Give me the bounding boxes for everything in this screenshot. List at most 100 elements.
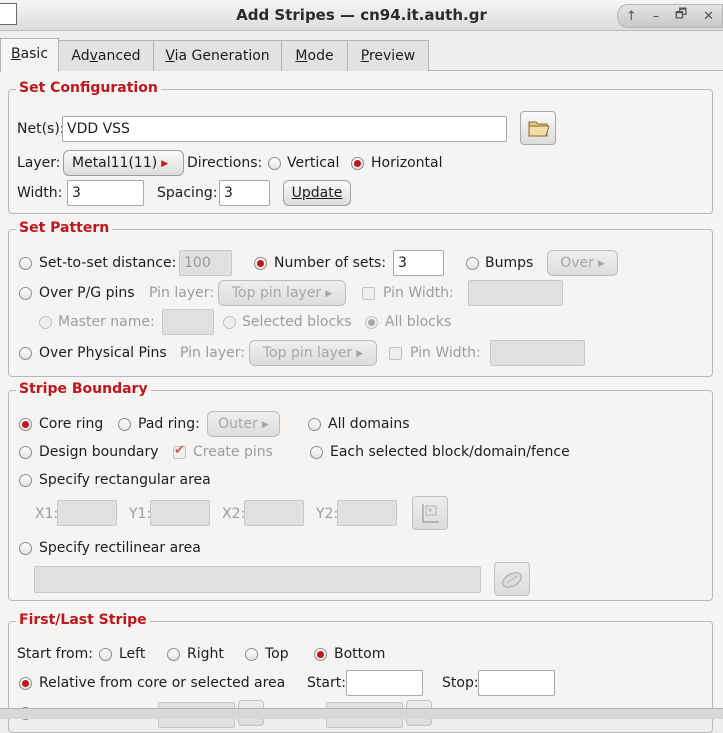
start-label: Start: [307,675,346,691]
over-physical-pins-label: Over Physical Pins [39,345,167,361]
over-label: Over [560,255,594,271]
horizontal-radio[interactable] [351,157,364,170]
top-pin-layer-label-2: Top pin layer [262,345,353,361]
start-top-label: Top [265,646,289,662]
nets-input[interactable]: VDD VSS [62,116,507,142]
tab-mode-label: ode [307,48,334,64]
y2-label: Y2: [316,506,339,522]
tab-via-generation-label: ia Generation [174,48,270,64]
rectilinear-area-input[interactable] [34,566,481,593]
specify-rectilinear-label: Specify rectilinear area [39,540,201,556]
over-pg-pins-label: Over P/G pins [39,285,135,301]
vertical-radio[interactable] [268,157,281,170]
design-boundary-radio[interactable] [19,446,32,459]
horizontal-scrollbar[interactable] [0,708,723,719]
menu-arrow-icon: ▶ [597,259,605,269]
title-bar[interactable]: Add Stripes — cn94.it.auth.gr ↑ – 🗗 ✕ [0,0,723,31]
tab-advanced-label-b: anced [97,48,141,64]
stop-input[interactable] [478,670,555,696]
browse-nets-button[interactable] [520,111,556,145]
all-blocks-radio[interactable] [365,316,378,329]
close-icon[interactable]: ✕ [703,9,714,24]
top-pin-layer-button-2[interactable]: Top pin layer ▶ [249,340,377,366]
selected-blocks-radio[interactable] [223,316,236,329]
start-top-radio[interactable] [245,648,258,661]
layer-label: Layer: [17,155,61,171]
tab-via-generation[interactable]: Via Generation [153,40,282,71]
bumps-label: Bumps [485,255,534,271]
x1-input[interactable] [57,500,117,526]
number-of-sets-radio[interactable] [254,257,267,270]
all-blocks-label: All blocks [385,314,452,330]
mouse-icon [502,572,522,588]
start-right-radio[interactable] [167,648,180,661]
all-domains-radio[interactable] [308,418,321,431]
each-selected-radio[interactable] [310,446,323,459]
start-right-label: Right [187,646,224,662]
menu-arrow-icon: ▶ [261,420,269,430]
pin-width-input[interactable] [468,280,563,306]
x2-input[interactable] [244,500,304,526]
maximize-icon[interactable]: 🗗 [675,5,687,27]
tab-basic[interactable]: Basic [0,38,59,72]
master-name-radio[interactable] [39,316,52,329]
over-physical-pins-radio[interactable] [19,347,32,360]
pin-width-checkbox-2[interactable] [389,347,402,360]
specify-rect-radio[interactable] [19,474,32,487]
pick-rectangle-button[interactable] [412,496,448,530]
top-pin-layer-label: Top pin layer [231,285,322,301]
stop-label: Stop: [442,675,479,691]
tab-mode-mnemonic: M [295,48,308,64]
layer-menu-button[interactable]: Metal11(11) ▶ [63,150,184,176]
start-bottom-radio[interactable] [314,648,327,661]
master-name-input[interactable] [162,309,214,335]
relative-label: Relative from core or selected area [39,675,286,691]
number-of-sets-label: Number of sets: [274,255,387,271]
update-button[interactable]: Update [283,180,351,206]
specify-rectilinear-radio[interactable] [19,542,32,555]
window-controls: ↑ – 🗗 ✕ [617,4,723,28]
pad-ring-radio[interactable] [118,418,131,431]
over-menu-button[interactable]: Over ▶ [547,250,618,276]
set-pattern-title: Set Pattern [16,220,113,236]
pin-width-label-2: Pin Width: [410,345,481,361]
number-of-sets-input[interactable]: 3 [393,250,444,276]
pad-ring-label: Pad ring: [138,416,200,432]
y2-input[interactable] [337,500,397,526]
minimize-icon[interactable]: – [653,9,660,24]
bumps-radio[interactable] [466,257,479,270]
width-input[interactable]: 3 [67,180,144,206]
set-to-set-radio[interactable] [19,257,32,270]
core-ring-radio[interactable] [19,418,32,431]
tab-preview[interactable]: Preview [347,40,429,71]
tab-mode[interactable]: Mode [281,40,348,71]
window-title: Add Stripes — cn94.it.auth.gr [236,6,487,24]
set-to-set-input[interactable]: 100 [179,250,232,276]
outer-menu-button[interactable]: Outer ▶ [207,411,280,437]
tab-advanced[interactable]: Advanced [58,40,154,71]
set-to-set-label: Set-to-set distance: [39,255,177,271]
width-label: Width: [17,185,63,201]
pin-width-checkbox[interactable] [362,287,375,300]
start-input[interactable] [346,670,423,696]
relative-radio[interactable] [19,677,32,690]
pin-layer-label: Pin layer: [149,285,214,301]
layer-value: Metal11(11) [72,155,158,171]
top-pin-layer-button[interactable]: Top pin layer ▶ [218,280,346,306]
master-name-label: Master name: [58,314,155,330]
tab-via-generation-mnemonic: V [165,48,175,64]
over-pg-pins-radio[interactable] [19,287,32,300]
start-from-label: Start from: [17,646,93,662]
tab-advanced-mnemonic: v [89,48,98,64]
spacing-input[interactable]: 3 [219,180,270,206]
set-configuration-title: Set Configuration [16,80,161,96]
tab-bar: Basic Advanced Via Generation Mode Previ… [0,38,723,72]
y1-input[interactable] [150,500,210,526]
tab-advanced-label-a: Ad [71,48,90,64]
create-pins-checkbox[interactable] [173,443,186,459]
x1-label: X1: [35,506,59,522]
start-left-radio[interactable] [99,648,112,661]
draw-rectilinear-button[interactable] [494,562,530,596]
shade-icon[interactable]: ↑ [626,9,637,24]
pin-width-input-2[interactable] [490,340,585,366]
